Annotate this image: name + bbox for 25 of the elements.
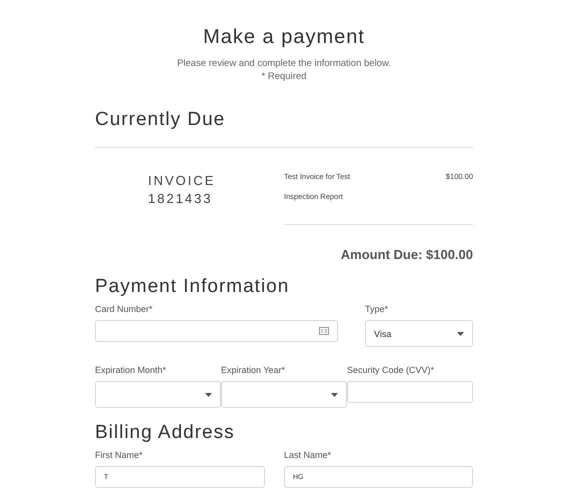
field-label: Last Name* (284, 450, 332, 462)
field-label: Expiration Year* (221, 365, 286, 377)
amount-due: Amount Due: $100.00 (340, 247, 473, 262)
instructions-text: Please review and complete the information below. (176, 57, 392, 70)
required-note: * Required (260, 70, 308, 83)
input-field[interactable] (95, 320, 338, 342)
field-label: Type* (365, 304, 388, 316)
caret-icon (331, 392, 338, 396)
invoice-number: 1821433 (148, 190, 214, 208)
caret-icon (205, 392, 212, 396)
page-title: Make a payment (202, 26, 366, 49)
field-label: First Name* (95, 450, 143, 462)
section-heading: Payment Information (95, 276, 290, 298)
invoice-label: INVOICE (148, 172, 216, 190)
field-label: Security Code (CVV)* (347, 365, 434, 377)
input-field[interactable] (347, 381, 473, 403)
select-field[interactable] (95, 381, 221, 408)
select-field[interactable] (221, 381, 347, 408)
field-label: Card Number* (95, 304, 153, 316)
section-heading: Billing Address (95, 422, 236, 444)
select-field[interactable]: Visa (365, 320, 473, 347)
caret-icon (457, 332, 464, 336)
section-heading: Currently Due (95, 109, 226, 131)
field-label: Expiration Month* (95, 365, 166, 377)
card-icon (319, 327, 329, 335)
